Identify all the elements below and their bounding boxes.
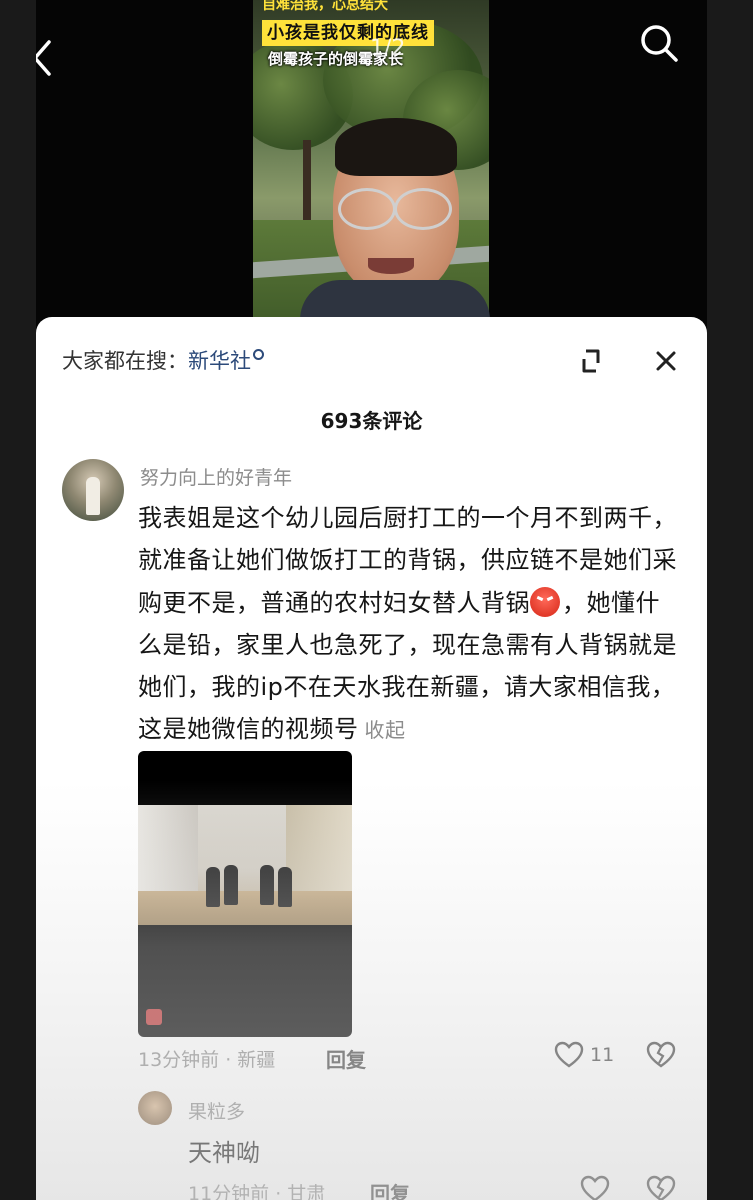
- video-banner-top-text: 自难治我，心总结大: [262, 0, 388, 13]
- dislike-button[interactable]: [646, 1175, 676, 1200]
- like-button[interactable]: [580, 1175, 610, 1200]
- heart-icon: [580, 1175, 610, 1200]
- hot-search-prefix: 大家都在搜：: [62, 349, 188, 373]
- video-subtitle: 倒霉孩子的倒霉家长: [268, 50, 404, 68]
- search-small-icon: [253, 349, 264, 360]
- hot-search-keyword[interactable]: 新华社: [188, 349, 251, 373]
- close-button[interactable]: [644, 339, 688, 383]
- angry-face-emoji-icon: [530, 587, 560, 617]
- broken-heart-icon: [646, 1041, 676, 1068]
- dislike-button[interactable]: [646, 1041, 676, 1073]
- avatar[interactable]: [62, 459, 124, 521]
- comment-count: 693条评论: [320, 409, 423, 433]
- collapse-link[interactable]: 收起: [365, 718, 406, 742]
- expand-icon: [582, 349, 600, 373]
- close-icon: [656, 351, 676, 371]
- reply-button[interactable]: 回复: [326, 1044, 366, 1073]
- comment-video-thumbnail[interactable]: [138, 751, 352, 1037]
- expand-button[interactable]: [570, 339, 614, 383]
- hot-search-bar[interactable]: 大家都在搜：新华社: [62, 345, 264, 375]
- reply-text: 天神呦: [188, 1139, 260, 1167]
- video-player[interactable]: 自难治我，心总结大 小孩是我仅剩的底线 倒霉孩子的倒霉家长 1/2: [0, 0, 753, 330]
- avatar[interactable]: [138, 1091, 172, 1125]
- page-indicator: 1/2: [370, 36, 406, 61]
- video-banner-text: 小孩是我仅剩的底线: [262, 20, 434, 46]
- reply-username[interactable]: 果粒多: [188, 1097, 245, 1124]
- comment-username[interactable]: 努力向上的好青年: [140, 463, 292, 490]
- heart-icon: [554, 1041, 584, 1068]
- like-button[interactable]: 11: [554, 1041, 614, 1069]
- broken-heart-icon: [646, 1175, 676, 1200]
- comment-time-location: 13分钟前 · 新疆: [138, 1049, 276, 1071]
- like-count: 11: [590, 1044, 615, 1066]
- reply-time-location: 11分钟前 · 甘肃: [188, 1183, 326, 1200]
- search-button[interactable]: [634, 18, 684, 68]
- search-icon: [641, 25, 678, 62]
- comment-sheet: 大家都在搜：新华社 693条评论 努力向上的好青年 我表姐是这个幼儿园后厨打工的…: [36, 317, 707, 1200]
- reply-button[interactable]: 回复: [370, 1178, 410, 1200]
- comment-text: 我表姐是这个幼儿园后厨打工的一个月不到两千，就准备让她们做饭打工的背锅，供应链不…: [138, 497, 683, 751]
